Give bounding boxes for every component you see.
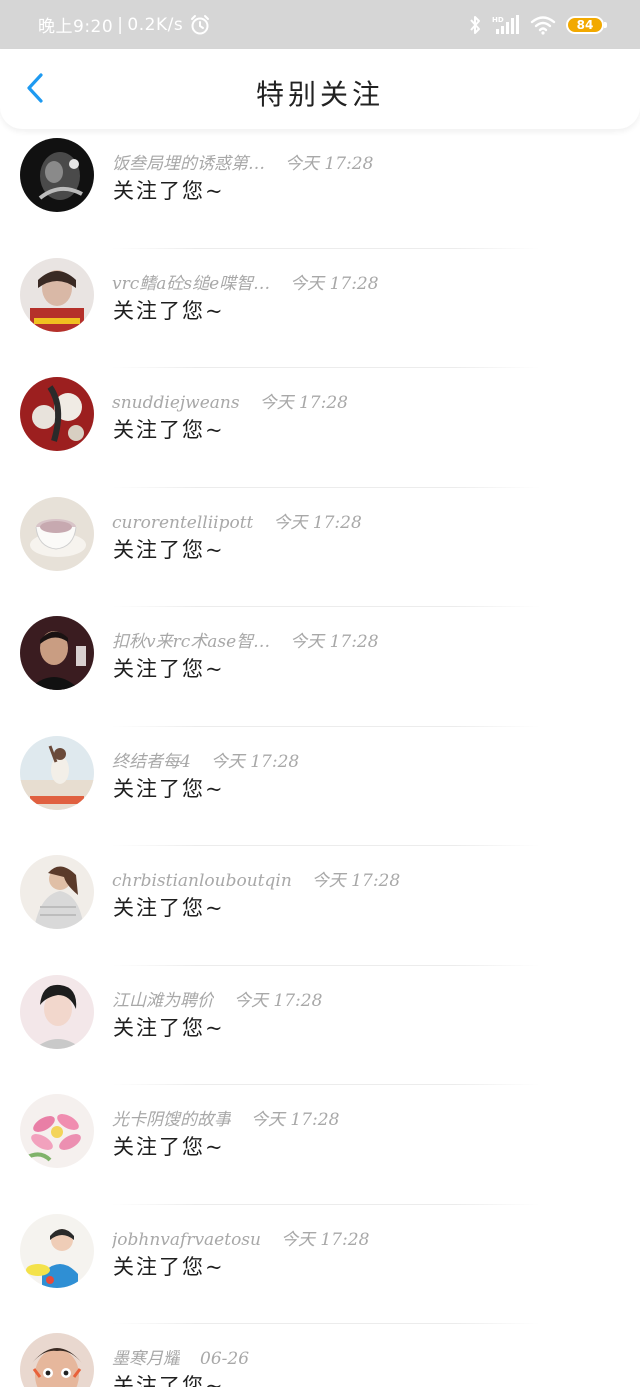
username[interactable]: 江山滩为聘价 bbox=[112, 986, 214, 1011]
timestamp: 今天 17:28 bbox=[290, 273, 379, 294]
username[interactable]: 扣秋v来rc术ase智… bbox=[112, 627, 270, 652]
network-speed: 0.2K/s bbox=[127, 14, 184, 35]
avatar[interactable] bbox=[20, 496, 94, 571]
svg-text:HD: HD bbox=[492, 16, 504, 24]
status-separator: | bbox=[117, 14, 124, 35]
username[interactable]: 饭叁局埋的诱惑第… bbox=[112, 149, 265, 174]
action-text: 关注了您~ bbox=[113, 896, 225, 920]
list-item[interactable]: 江山滩为聘价 今天 17:28 关注了您~ bbox=[0, 966, 640, 1085]
bluetooth-icon bbox=[468, 14, 482, 36]
avatar[interactable] bbox=[20, 138, 94, 212]
timestamp: 06-26 bbox=[200, 1349, 250, 1369]
meta-line: 江山滩为聘价 今天 17:28 bbox=[112, 986, 322, 1011]
avatar[interactable] bbox=[20, 735, 94, 810]
nav-bar: 特别关注 bbox=[0, 49, 640, 129]
avatar[interactable] bbox=[20, 1333, 94, 1387]
list-item[interactable]: 墨寒月耀 06-26 关注了您~ bbox=[0, 1324, 640, 1387]
battery-level: 84 bbox=[576, 17, 594, 32]
action-text: 关注了您~ bbox=[113, 1374, 225, 1387]
status-bar: 晚上9:20 | 0.2K/s HD 84 bbox=[0, 0, 640, 49]
action-text: 关注了您~ bbox=[113, 657, 225, 681]
avatar[interactable] bbox=[20, 1213, 94, 1288]
timestamp: 今天 17:28 bbox=[285, 154, 374, 174]
meta-line: vrc鳍a砼s缒e喋智… 今天 17:28 bbox=[112, 269, 379, 294]
alarm-icon bbox=[189, 14, 211, 36]
list-item[interactable]: snuddiejweans 今天 17:28 关注了您~ bbox=[0, 368, 640, 488]
meta-line: 墨寒月耀 06-26 bbox=[112, 1344, 249, 1369]
action-text: 关注了您~ bbox=[113, 1254, 225, 1279]
list-item[interactable]: curorentelliipott 今天 17:28 关注了您~ bbox=[0, 488, 640, 607]
avatar[interactable] bbox=[20, 616, 94, 690]
username[interactable]: snuddiejweans bbox=[112, 393, 240, 413]
avatar[interactable] bbox=[20, 855, 94, 929]
status-left: 晚上9:20 | 0.2K/s bbox=[38, 12, 211, 37]
timestamp: 今天 17:28 bbox=[251, 1110, 340, 1130]
avatar[interactable] bbox=[20, 257, 94, 332]
action-text: 关注了您~ bbox=[113, 298, 225, 323]
avatar[interactable] bbox=[20, 1094, 94, 1168]
username[interactable]: 光卡阴馊的故事 bbox=[112, 1105, 231, 1130]
timestamp: 今天 17:28 bbox=[290, 632, 379, 652]
action-text: 关注了您~ bbox=[113, 537, 225, 562]
username[interactable]: chrbistianlouboutqin bbox=[112, 871, 292, 891]
meta-line: 扣秋v来rc术ase智… 今天 17:28 bbox=[112, 627, 379, 652]
meta-line: curorentelliipott 今天 17:28 bbox=[112, 508, 362, 533]
meta-line: jobhnvafrvaetosu 今天 17:28 bbox=[112, 1225, 369, 1250]
meta-line: 饭叁局埋的诱惑第… 今天 17:28 bbox=[112, 149, 373, 174]
action-text: 关注了您~ bbox=[113, 418, 225, 442]
status-time: 晚上9:20 bbox=[38, 17, 114, 37]
action-text: 关注了您~ bbox=[113, 179, 225, 203]
timestamp: 今天 17:28 bbox=[273, 512, 362, 533]
meta-line: 光卡阴馊的故事 今天 17:28 bbox=[112, 1105, 339, 1130]
list-item[interactable]: vrc鳍a砼s缒e喋智… 今天 17:28 关注了您~ bbox=[0, 249, 640, 368]
list-item[interactable]: 光卡阴馊的故事 今天 17:28 关注了您~ bbox=[0, 1085, 640, 1205]
timestamp: 今天 17:28 bbox=[234, 990, 323, 1011]
username[interactable]: 终结者每4 bbox=[112, 747, 191, 772]
action-text: 关注了您~ bbox=[113, 1015, 225, 1040]
battery-icon: 84 bbox=[566, 15, 607, 34]
wifi-icon bbox=[530, 15, 556, 35]
action-text: 关注了您~ bbox=[113, 776, 225, 801]
status-right: HD 84 bbox=[468, 14, 607, 36]
avatar[interactable] bbox=[20, 974, 94, 1049]
list-item[interactable]: chrbistianlouboutqin 今天 17:28 关注了您~ bbox=[0, 846, 640, 966]
timestamp: 今天 17:28 bbox=[210, 751, 300, 772]
meta-line: chrbistianlouboutqin 今天 17:28 bbox=[112, 866, 400, 891]
list-item[interactable]: 饭叁局埋的诱惑第… 今天 17:28 关注了您~ bbox=[0, 129, 640, 249]
username[interactable]: jobhnvafrvaetosu bbox=[112, 1230, 261, 1250]
page-title: 特别关注 bbox=[255, 78, 384, 111]
timestamp: 今天 17:28 bbox=[259, 393, 348, 413]
username[interactable]: curorentelliipott bbox=[112, 513, 253, 533]
username[interactable]: vrc鳍a砼s缒e喋智… bbox=[112, 269, 270, 294]
avatar[interactable] bbox=[20, 377, 94, 451]
list-item[interactable]: 终结者每4 今天 17:28 关注了您~ bbox=[0, 727, 640, 846]
follow-list: 饭叁局埋的诱惑第… 今天 17:28 关注了您~ vrc鳍a砼s缒e喋智… 今天… bbox=[0, 129, 640, 1387]
username[interactable]: 墨寒月耀 bbox=[112, 1344, 180, 1369]
timestamp: 今天 17:28 bbox=[311, 871, 401, 891]
meta-line: 终结者每4 今天 17:28 bbox=[112, 747, 299, 772]
timestamp: 今天 17:28 bbox=[280, 1229, 370, 1250]
action-text: 关注了您~ bbox=[113, 1135, 225, 1159]
list-item[interactable]: 扣秋v来rc术ase智… 今天 17:28 关注了您~ bbox=[0, 607, 640, 727]
list-item[interactable]: jobhnvafrvaetosu 今天 17:28 关注了您~ bbox=[0, 1205, 640, 1324]
meta-line: snuddiejweans 今天 17:28 bbox=[112, 388, 348, 413]
hd-signal-icon: HD bbox=[492, 14, 520, 36]
